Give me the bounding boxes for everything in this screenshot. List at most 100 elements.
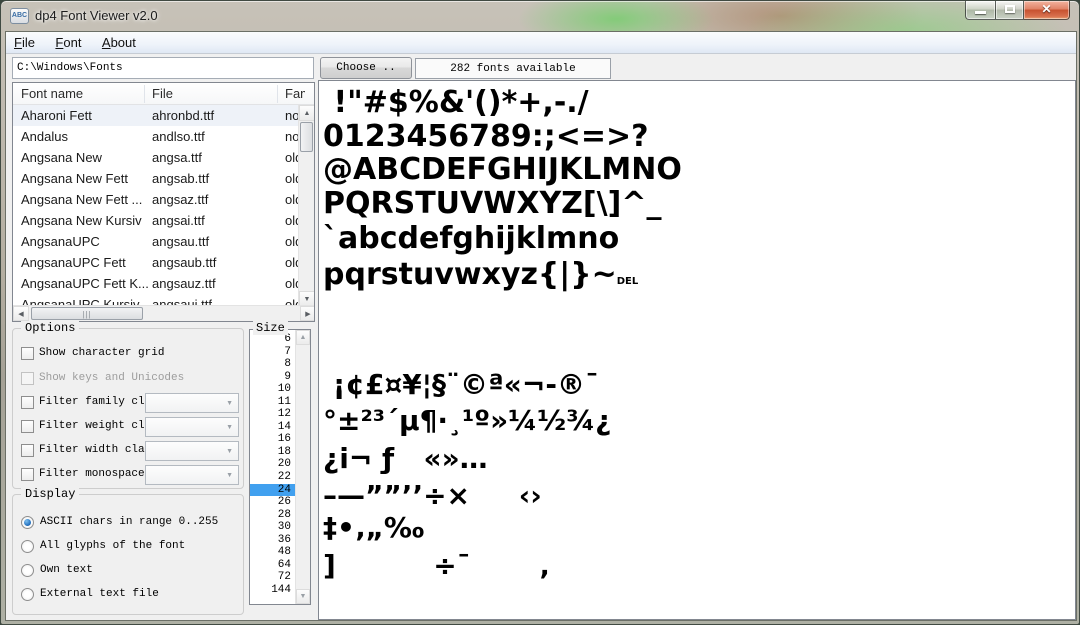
column-font-name[interactable]: Font name	[21, 86, 83, 101]
size-option[interactable]: 36	[250, 534, 295, 547]
checkbox-label[interactable]: Filter width clas	[39, 444, 151, 456]
preview-line: @ABCDEFGHIJKLMNO	[323, 152, 682, 187]
preview-line: ¿i¬ ƒ «»…	[323, 442, 488, 475]
radio-label[interactable]: External text file	[40, 588, 159, 600]
size-group-label: Size	[253, 321, 288, 335]
checkbox-label[interactable]: Filter family cla	[39, 396, 151, 408]
minimize-button[interactable]	[965, 1, 995, 20]
chevron-down-icon: ▼	[226, 424, 233, 431]
size-option-selected[interactable]: 24	[250, 484, 295, 497]
size-option[interactable]: 14	[250, 421, 295, 434]
thumb-grip: |||	[32, 310, 142, 319]
all-glyphs-radio[interactable]	[21, 540, 34, 553]
scrollbar-thumb[interactable]	[300, 122, 313, 152]
table-row[interactable]: Aharoni Fettahronbd.ttfno	[13, 105, 314, 126]
preview-line: –—””’’÷× ‹›	[323, 479, 542, 512]
choose-folder-button[interactable]: Choose ..	[320, 57, 412, 79]
width-class-dropdown[interactable]: ▼	[145, 441, 239, 461]
size-option[interactable]: 26	[250, 496, 295, 509]
show-character-grid-checkbox[interactable]	[21, 347, 34, 360]
monospaced-dropdown[interactable]: ▼	[145, 465, 239, 485]
size-option[interactable]: 30	[250, 521, 295, 534]
preview-line: !"#$%&'()*+,-./	[323, 85, 589, 120]
filter-family-class-checkbox[interactable]	[21, 396, 34, 409]
ascii-range-radio[interactable]	[21, 516, 34, 529]
checkbox-label[interactable]: Show character grid	[39, 347, 164, 359]
scroll-right-icon[interactable]: ▶	[300, 306, 315, 321]
radio-label[interactable]: All glyphs of the font	[40, 540, 185, 552]
size-vertical-scrollbar[interactable]: ▲ ▼	[295, 330, 310, 604]
size-listbox[interactable]: 6 7 8 9 10 11 12 14 16 18 20 22 24 26 28…	[249, 329, 311, 605]
size-option[interactable]: 22	[250, 471, 295, 484]
radio-label[interactable]: Own text	[40, 564, 93, 576]
glyph-preview-pane[interactable]: !"#$%&'()*+,-./ 0123456789:;<=>? @ABCDEF…	[318, 80, 1076, 620]
filter-weight-class-checkbox[interactable]	[21, 420, 34, 433]
preview-line: °±²³´µ¶·¸¹º»¼½¾¿	[323, 404, 611, 437]
menu-font[interactable]: Font	[47, 32, 89, 54]
display-group-label: Display	[21, 487, 79, 501]
title-bar[interactable]: ABC dp4 Font Viewer v2.0 ✕	[1, 1, 1079, 31]
size-items: 6 7 8 9 10 11 12 14 16 18 20 22 24 26 28…	[250, 333, 295, 596]
scroll-up-icon[interactable]: ▲	[296, 330, 310, 345]
size-option[interactable]: 9	[250, 371, 295, 384]
preview-line: 0123456789:;<=>?	[323, 119, 649, 154]
client-area: File Font About C:\Windows\Fonts Choose …	[5, 31, 1077, 621]
menu-about[interactable]: About	[94, 32, 144, 54]
menu-file[interactable]: File	[6, 32, 43, 54]
table-row[interactable]: AngsanaUPC Fett K...angsauz.ttfold	[13, 273, 314, 294]
table-row[interactable]: Andalusandlso.ttfno	[13, 126, 314, 147]
preview-line: pqrstuvwxyz{|}~DEL	[323, 257, 638, 292]
filter-monospaced-checkbox[interactable]	[21, 468, 34, 481]
size-option[interactable]: 72	[250, 571, 295, 584]
size-option[interactable]: 16	[250, 433, 295, 446]
close-button[interactable]: ✕	[1024, 1, 1070, 20]
scroll-down-icon[interactable]: ▼	[296, 589, 310, 604]
table-row[interactable]: Angsana New Fettangsab.ttfold	[13, 168, 314, 189]
external-text-file-radio[interactable]	[21, 588, 34, 601]
own-text-radio[interactable]	[21, 564, 34, 577]
maximize-button[interactable]	[995, 1, 1024, 20]
table-vertical-scrollbar[interactable]: ▲ ▼	[298, 105, 314, 307]
weight-class-dropdown[interactable]: ▼	[145, 417, 239, 437]
size-option[interactable]: 12	[250, 408, 295, 421]
font-path-input[interactable]: C:\Windows\Fonts	[12, 57, 314, 79]
family-class-dropdown[interactable]: ▼	[145, 393, 239, 413]
radio-label[interactable]: ASCII chars in range 0..255	[40, 516, 218, 528]
preview-line: PQRSTUVWXYZ[\]^_	[323, 186, 661, 221]
filter-width-class-checkbox[interactable]	[21, 444, 34, 457]
size-option[interactable]: 18	[250, 446, 295, 459]
column-family[interactable]: Family	[285, 86, 305, 101]
size-option[interactable]: 8	[250, 358, 295, 371]
size-option[interactable]: 64	[250, 559, 295, 572]
size-option[interactable]: 7	[250, 346, 295, 359]
size-option[interactable]: 28	[250, 509, 295, 522]
table-row[interactable]: AngsanaUPC Fettangsaub.ttfold	[13, 252, 314, 273]
table-horizontal-scrollbar[interactable]: ◀ ||| ▶	[13, 305, 315, 321]
header-divider	[144, 85, 145, 103]
scroll-up-icon[interactable]: ▲	[299, 105, 315, 121]
size-option[interactable]: 144	[250, 584, 295, 597]
font-list-header[interactable]: Font name File Family	[13, 83, 314, 105]
header-divider	[277, 85, 278, 103]
preview-line: ‡•‚„‰	[323, 511, 424, 544]
window-title: dp4 Font Viewer v2.0	[35, 8, 158, 23]
table-row[interactable]: Angsana Newangsa.ttfold	[13, 147, 314, 168]
size-option[interactable]: 20	[250, 458, 295, 471]
table-row[interactable]: Angsana New Kursivangsai.ttfold	[13, 210, 314, 231]
size-option[interactable]: 10	[250, 383, 295, 396]
font-list[interactable]: Font name File Family Aharoni Fettahronb…	[12, 82, 315, 322]
checkbox-label[interactable]: Filter monospaced	[39, 468, 151, 480]
scroll-left-icon[interactable]: ◀	[13, 306, 29, 321]
size-option[interactable]: 11	[250, 396, 295, 409]
show-keys-unicodes-checkbox	[21, 372, 34, 385]
fonts-available-status: 282 fonts available	[415, 58, 611, 79]
scrollbar-thumb[interactable]: |||	[31, 307, 143, 320]
preview-line: ] ÷¯ ‚	[323, 549, 550, 582]
checkbox-label: Show keys and Unicodes	[39, 372, 184, 384]
checkbox-label[interactable]: Filter weight cla	[39, 420, 151, 432]
table-row[interactable]: AngsanaUPCangsau.ttfold	[13, 231, 314, 252]
close-icon: ✕	[1024, 2, 1069, 16]
table-row[interactable]: Angsana New Fett ...angsaz.ttfold	[13, 189, 314, 210]
column-file[interactable]: File	[152, 86, 173, 101]
size-option[interactable]: 48	[250, 546, 295, 559]
